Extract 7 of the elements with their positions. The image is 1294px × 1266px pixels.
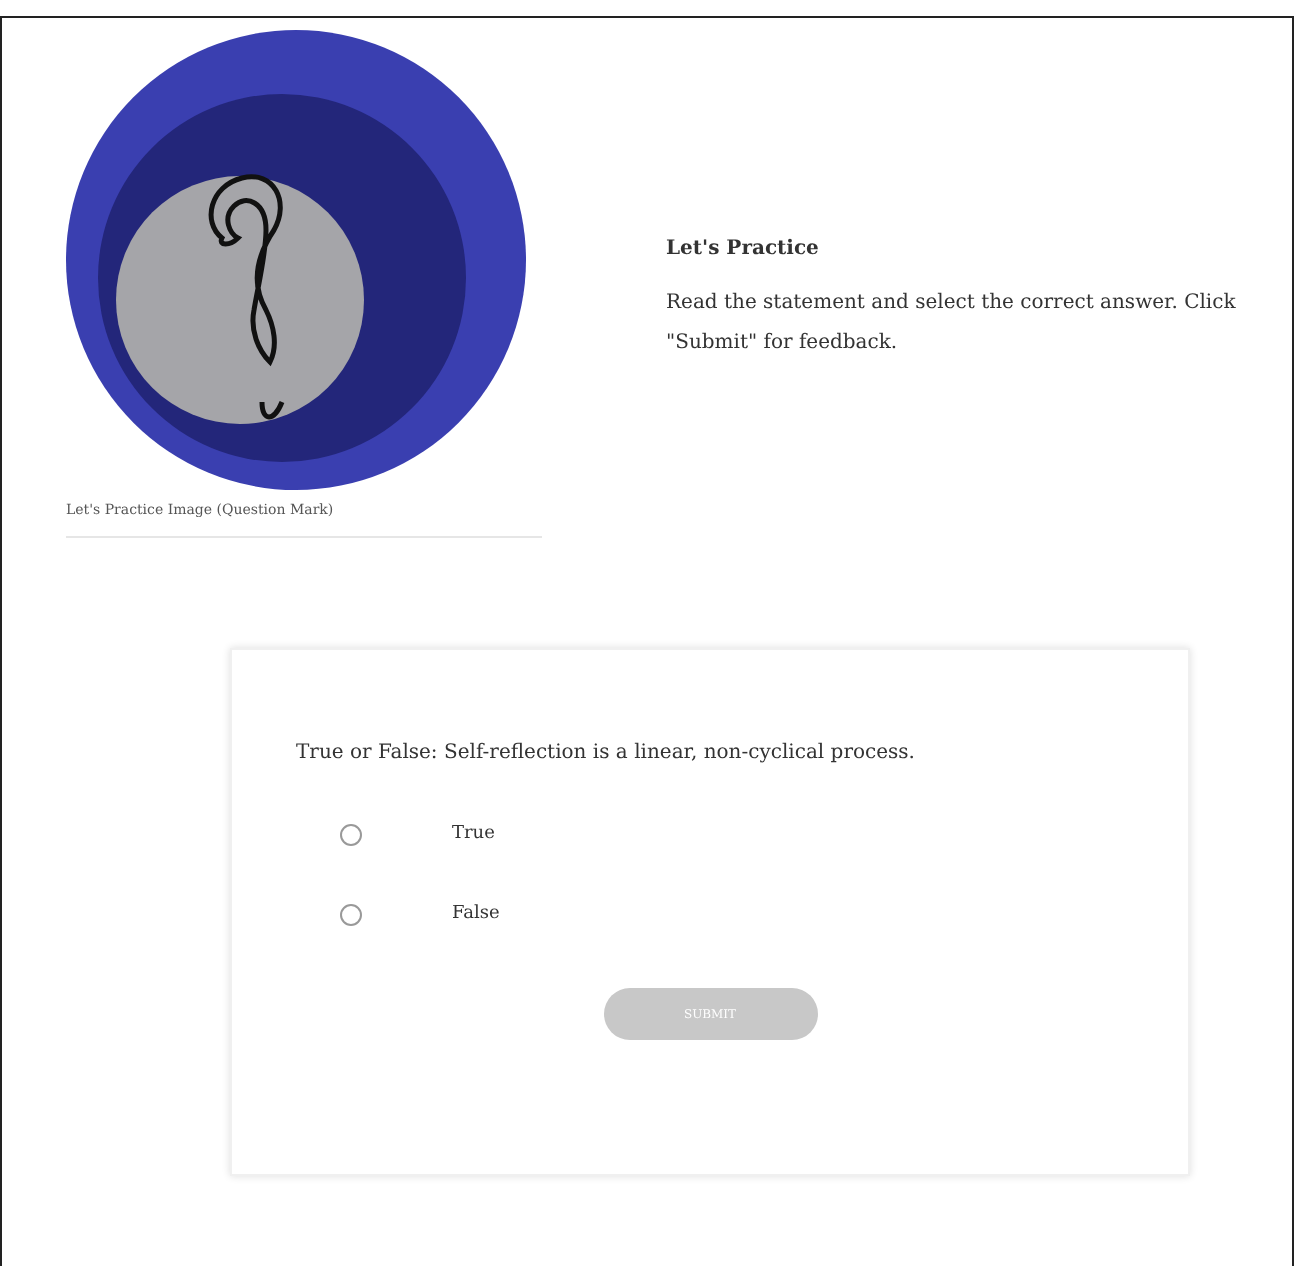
radio-button[interactable] xyxy=(340,823,362,845)
instructions-text: Read the statement and select the correct answer. Click "Submit" for feedback. xyxy=(666,290,1238,358)
option-label[interactable]: False xyxy=(452,904,500,924)
radio-button[interactable] xyxy=(340,903,362,925)
option-label[interactable]: True xyxy=(452,824,495,844)
question-prompt: True or False: Self-reflection is a linear, non-cyclical process. xyxy=(296,742,917,764)
section-heading: Let's Practice xyxy=(666,238,821,260)
